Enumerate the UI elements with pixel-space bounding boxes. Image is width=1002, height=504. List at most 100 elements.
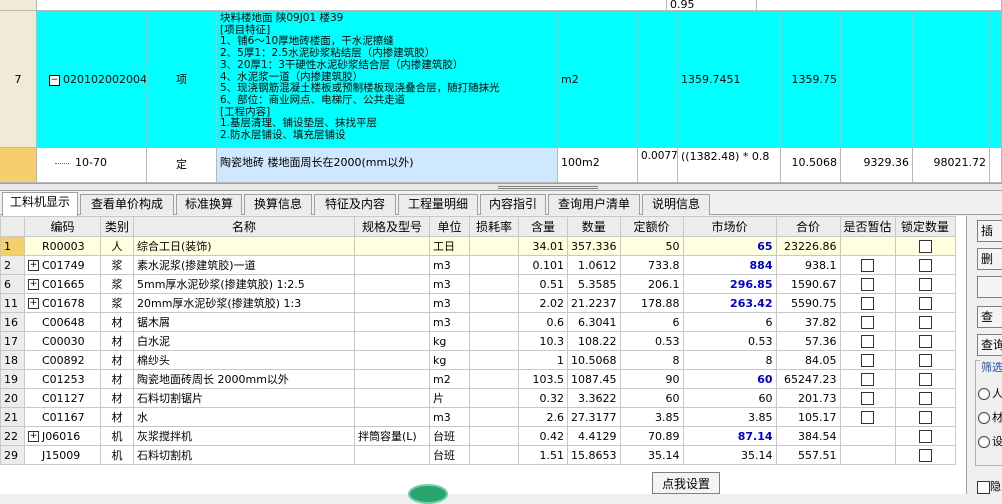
total-cell[interactable]: 1590.67 (775, 274, 841, 294)
name-cell[interactable]: 20mm厚水泥砂浆(掺建筑胶) 1:3 (133, 293, 355, 313)
tab-description[interactable]: 说明信息 (642, 194, 710, 215)
row-number[interactable]: 7 (0, 11, 37, 148)
base-price-cell[interactable]: 6 (619, 312, 684, 332)
filter-radio-equipment[interactable]: 设 (978, 433, 1002, 449)
total-cell[interactable]: 201.73 (775, 388, 841, 408)
radio-icon[interactable] (978, 412, 990, 424)
partial-row[interactable] (37, 0, 667, 11)
type-cell[interactable]: 浆 (100, 293, 134, 313)
item-description[interactable]: 块料楼地面 陕09J01 楼39 [项目特征] 1、铺6～10厚地砖楼面，干水泥… (217, 11, 558, 148)
checkbox-icon[interactable] (918, 277, 932, 291)
type-cell[interactable]: 机 (100, 445, 134, 465)
sub-item-code-cell[interactable]: 10-70 (37, 148, 147, 183)
checkbox-icon[interactable] (918, 429, 932, 443)
quantity-cell[interactable]: 6.3041 (567, 312, 621, 332)
type-cell[interactable]: 浆 (100, 274, 134, 294)
market-price-cell[interactable]: 65 (682, 236, 777, 256)
checkbox-icon[interactable] (861, 353, 874, 367)
market-price-cell[interactable]: 87.14 (682, 426, 777, 446)
lock-cell[interactable] (894, 255, 956, 275)
type-cell[interactable]: 材 (100, 407, 134, 427)
sub-item-category[interactable]: 定 (147, 148, 217, 183)
market-price-cell[interactable]: 60 (682, 388, 777, 408)
col-header-content[interactable]: 含量 (518, 216, 568, 237)
code-cell[interactable]: + J06016 (24, 426, 101, 446)
col-header-quantity[interactable]: 数量 (567, 216, 621, 237)
content-cell[interactable]: 2.6 (518, 407, 568, 427)
code-cell[interactable]: R00003 (24, 236, 101, 256)
insert-button[interactable]: 插 (977, 220, 1002, 242)
estimate-cell[interactable] (839, 274, 896, 294)
query-button[interactable]: 查 (977, 306, 1002, 328)
content-cell[interactable]: 0.101 (518, 255, 568, 275)
item-unit[interactable]: m2 (558, 11, 638, 148)
blank-button[interactable] (977, 276, 1002, 298)
estimate-cell[interactable] (839, 369, 896, 389)
loss-cell[interactable] (469, 407, 519, 427)
quantity-cell[interactable]: 357.336 (567, 236, 621, 256)
code-cell[interactable]: C00030 (24, 331, 101, 351)
type-cell[interactable]: 材 (100, 350, 134, 370)
content-cell[interactable]: 1.51 (518, 445, 568, 465)
content-cell[interactable]: 0.6 (518, 312, 568, 332)
row-number-cell[interactable]: 16 (0, 312, 25, 332)
row-header[interactable] (0, 0, 37, 11)
code-cell[interactable]: J15009 (24, 445, 101, 465)
market-price-cell[interactable]: 0.53 (682, 331, 777, 351)
spec-cell[interactable] (354, 255, 430, 275)
spec-cell[interactable] (354, 274, 430, 294)
filter-radio-material[interactable]: 材 (978, 409, 1002, 425)
code-cell[interactable]: + C01749 (24, 255, 101, 275)
table-row[interactable]: 16 C00648 材锯木屑 m3 0.6 6.3041 6 6 37.82 (0, 312, 956, 332)
code-cell[interactable]: + C01678 (24, 293, 101, 313)
loss-cell[interactable] (469, 274, 519, 294)
row-number-cell[interactable]: 29 (0, 445, 25, 465)
item-extra[interactable] (990, 11, 1002, 148)
table-row[interactable]: 6 + C01665 浆 5mm厚水泥砂浆(掺建筑胶) 1:2.5 m3 0.51 5.358… (0, 274, 956, 294)
unit-cell[interactable]: 台班 (429, 445, 470, 465)
unit-cell[interactable]: m3 (429, 274, 470, 294)
item-coef[interactable] (638, 11, 678, 148)
spec-cell[interactable] (354, 331, 430, 351)
lock-cell[interactable] (894, 407, 956, 427)
code-cell[interactable]: C01127 (24, 388, 101, 408)
type-cell[interactable]: 材 (100, 312, 134, 332)
spec-cell[interactable] (354, 236, 430, 256)
checkbox-icon[interactable] (861, 277, 874, 291)
estimate-cell[interactable] (839, 388, 896, 408)
spec-cell[interactable] (354, 293, 430, 313)
total-cell[interactable]: 105.17 (775, 407, 841, 427)
code-cell[interactable]: C01253 (24, 369, 101, 389)
market-price-cell[interactable]: 3.85 (682, 407, 777, 427)
spec-cell[interactable] (354, 312, 430, 332)
table-row[interactable]: 17 C00030 材白水泥 kg 10.3 108.22 0.53 0.53 57.36 (0, 331, 956, 351)
row-number-cell[interactable]: 6 (0, 274, 25, 294)
checkbox-icon[interactable] (861, 258, 874, 272)
estimate-cell[interactable] (839, 426, 896, 446)
row-number-cell[interactable]: 1 (0, 236, 25, 256)
item-code-cell[interactable]: −020102002004 (37, 11, 147, 148)
collapse-icon[interactable]: − (49, 74, 60, 86)
base-price-cell[interactable]: 733.8 (619, 255, 684, 275)
checkbox-icon[interactable] (861, 334, 874, 348)
checkbox-icon[interactable] (918, 334, 932, 348)
tab-labor-material-machine[interactable]: 工料机显示 (2, 192, 78, 216)
sub-item-coef[interactable]: 0.0077 (638, 148, 678, 183)
name-cell[interactable]: 灰浆搅拌机 (133, 426, 355, 446)
unit-cell[interactable]: m2 (429, 369, 470, 389)
col-header-unit[interactable]: 单位 (429, 216, 470, 237)
loss-cell[interactable] (469, 426, 519, 446)
loss-cell[interactable] (469, 388, 519, 408)
market-price-cell[interactable]: 8 (682, 350, 777, 370)
spec-cell[interactable] (354, 407, 430, 427)
quantity-cell[interactable]: 4.4129 (567, 426, 621, 446)
quantity-cell[interactable]: 10.5068 (567, 350, 621, 370)
lock-cell[interactable] (894, 312, 956, 332)
market-price-cell[interactable]: 60 (682, 369, 777, 389)
radio-icon[interactable] (978, 388, 990, 400)
spec-cell[interactable] (354, 369, 430, 389)
row-number-cell[interactable]: 18 (0, 350, 25, 370)
total-cell[interactable]: 938.1 (775, 255, 841, 275)
item-quantity[interactable]: 1359.75 (781, 11, 841, 148)
tab-conversion-info[interactable]: 换算信息 (244, 194, 312, 215)
